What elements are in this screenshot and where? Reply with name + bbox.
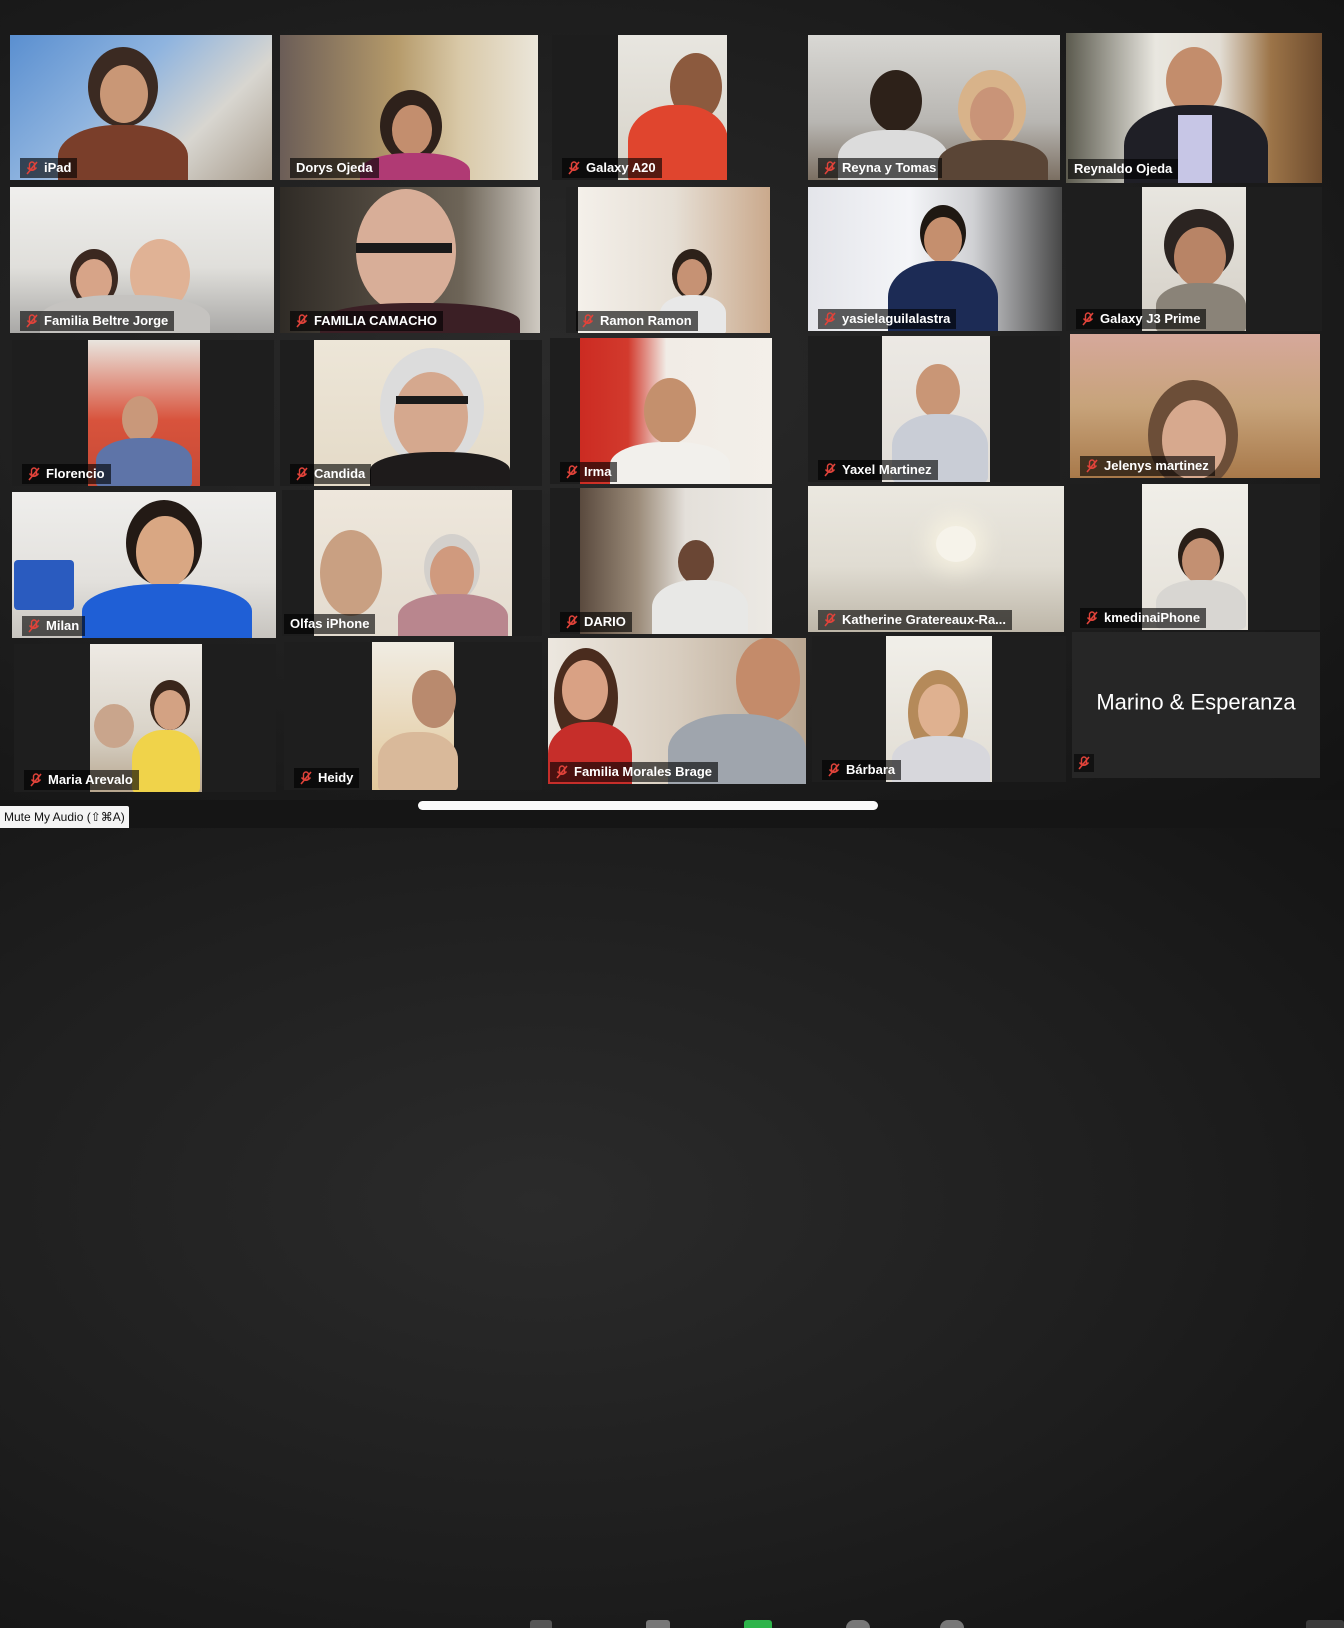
participant-name-label: Irma (560, 462, 618, 482)
participant-name-label: Bárbara (822, 760, 902, 780)
participant-mute-indicator (1074, 754, 1094, 772)
participant-name-label: Reynaldo Ojeda (1068, 159, 1179, 179)
muted-mic-icon (824, 612, 836, 627)
muted-mic-icon (26, 313, 38, 328)
participant-tile-active-speaker[interactable]: Reynaldo Ojeda (1066, 33, 1322, 183)
muted-mic-icon (1078, 756, 1090, 770)
participant-tile[interactable]: Familia Morales Brage (548, 638, 806, 784)
muted-mic-icon (824, 160, 836, 175)
participant-tile[interactable]: Familia Beltre Jorge (10, 187, 274, 333)
participant-name-label: Reyna y Tomas (818, 158, 943, 178)
mute-audio-tooltip: Mute My Audio (⇧⌘A) (0, 806, 129, 828)
participant-tile[interactable]: Candida (280, 340, 542, 486)
muted-mic-icon (1086, 610, 1098, 625)
participant-tile[interactable]: kmedinaiPhone (1070, 484, 1320, 630)
participant-tile[interactable]: Jelenys martinez (1070, 334, 1320, 478)
participant-tile[interactable]: Galaxy J3 Prime (1066, 187, 1322, 331)
muted-mic-icon (1086, 458, 1098, 473)
share-screen-icon[interactable] (940, 1620, 964, 1628)
participant-name-label: Dorys Ojeda (290, 158, 379, 178)
muted-mic-icon (26, 160, 38, 175)
participant-name-label: Galaxy J3 Prime (1076, 309, 1207, 329)
participant-name-label: FAMILIA CAMACHO (290, 311, 444, 331)
participant-name-label: DARIO (560, 612, 632, 632)
muted-mic-icon (828, 762, 840, 777)
participants-icon[interactable] (744, 1620, 772, 1628)
video-gallery: iPad Dorys Ojeda Galaxy A20 Reyna y Toma… (0, 0, 1344, 800)
muted-mic-icon (556, 764, 568, 779)
muted-mic-icon (30, 772, 42, 787)
participant-tile[interactable]: Yaxel Martinez (808, 336, 1060, 482)
participant-name-label: Jelenys martinez (1080, 456, 1215, 476)
participant-name-label: Katherine Gratereaux-Ra... (818, 610, 1013, 630)
participant-tile[interactable]: Galaxy A20 (552, 35, 727, 180)
muted-mic-icon (568, 160, 580, 175)
participant-tile-video-off[interactable]: Marino & Esperanza (1072, 632, 1320, 778)
participant-tile[interactable]: yasielaguilalastra (808, 187, 1062, 331)
home-indicator[interactable] (418, 801, 878, 810)
participant-tile[interactable]: Bárbara (812, 636, 1066, 782)
participant-name-label: Florencio (22, 464, 111, 484)
muted-mic-icon (28, 466, 40, 481)
participant-video (886, 636, 992, 782)
muted-mic-icon (296, 313, 308, 328)
participant-tile[interactable]: Katherine Gratereaux-Ra... (808, 486, 1064, 632)
participant-name-label: Yaxel Martinez (818, 460, 938, 480)
muted-mic-icon (296, 466, 308, 481)
participant-name-label: yasielaguilalastra (818, 309, 957, 329)
muted-mic-icon (566, 614, 578, 629)
participant-name-label: Galaxy A20 (562, 158, 662, 178)
muted-mic-icon (566, 464, 578, 479)
security-icon[interactable] (646, 1620, 670, 1628)
participant-name-label: Familia Morales Brage (550, 762, 718, 782)
participant-tile[interactable]: Reyna y Tomas (808, 35, 1060, 180)
participant-display-name: Marino & Esperanza (1096, 689, 1296, 715)
participant-tile[interactable]: Heidy (284, 642, 542, 790)
participant-tile[interactable]: Milan (12, 492, 276, 638)
participant-name-label: iPad (20, 158, 78, 178)
participant-name-label: Maria Arevalo (24, 770, 139, 790)
participant-tile[interactable]: Olfas iPhone (282, 490, 542, 636)
participant-tile[interactable]: Florencio (12, 340, 274, 486)
participant-name-label: Heidy (294, 768, 360, 788)
muted-mic-icon (824, 311, 836, 326)
participant-name-label: Ramon Ramon (576, 311, 698, 331)
participant-tile[interactable]: Maria Arevalo (14, 644, 276, 792)
chat-icon[interactable] (846, 1620, 870, 1628)
end-meeting-button[interactable] (1306, 1620, 1344, 1628)
participant-name-label: Milan (22, 616, 86, 636)
muted-mic-icon (300, 770, 312, 785)
video-icon[interactable] (530, 1620, 552, 1628)
participant-name-label: Olfas iPhone (284, 614, 376, 634)
participant-tile[interactable]: Ramon Ramon (566, 187, 770, 333)
participant-tile[interactable]: Irma (550, 338, 772, 484)
muted-mic-icon (582, 313, 594, 328)
muted-mic-icon (28, 618, 40, 633)
participant-name-label: Familia Beltre Jorge (20, 311, 175, 331)
participant-name-label: Candida (290, 464, 372, 484)
participant-tile[interactable]: iPad (10, 35, 272, 180)
participant-tile[interactable]: DARIO (550, 488, 772, 634)
participant-tile[interactable]: Dorys Ojeda (280, 35, 538, 180)
participant-name-label: kmedinaiPhone (1080, 608, 1207, 628)
participant-tile[interactable]: FAMILIA CAMACHO (280, 187, 540, 333)
muted-mic-icon (1082, 311, 1094, 326)
muted-mic-icon (824, 462, 836, 477)
participant-video (372, 642, 458, 790)
